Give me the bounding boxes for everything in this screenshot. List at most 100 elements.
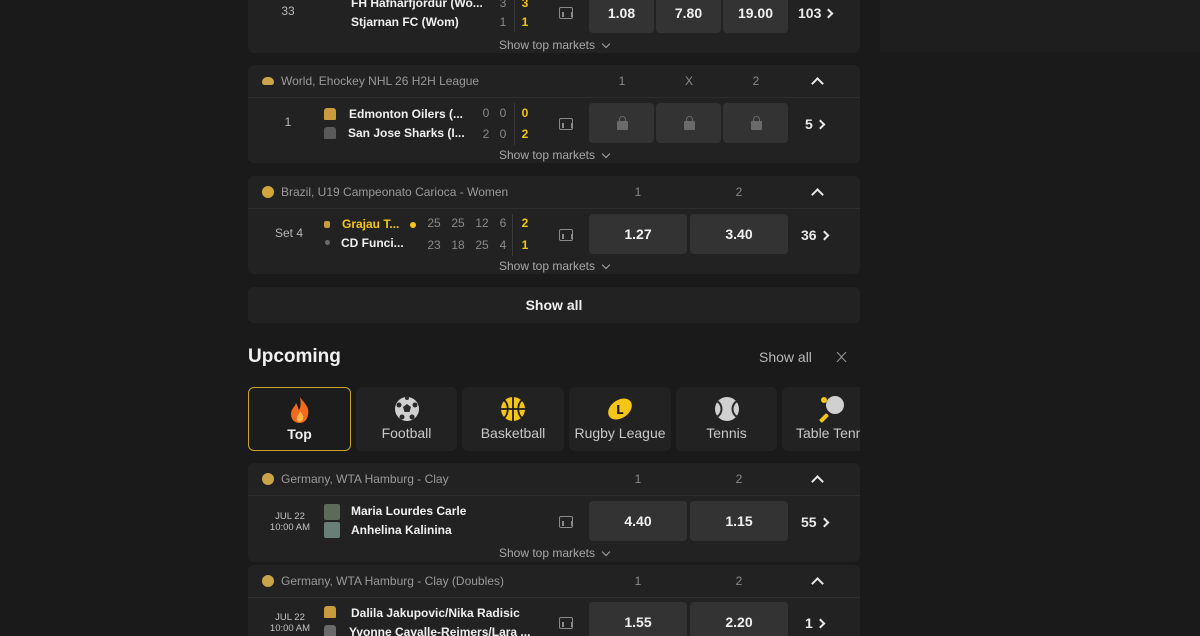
sport-tab-tennis[interactable]: Tennis bbox=[676, 387, 777, 451]
team2-name[interactable]: Stjarnan FC (Wom) bbox=[351, 15, 459, 29]
odd-button-2[interactable]: 19.00 bbox=[723, 0, 788, 33]
show-all-live-button[interactable]: Show all bbox=[248, 287, 860, 323]
league-header[interactable]: Germany, WTA Hamburg - Clay 1 2 bbox=[248, 463, 860, 496]
more-markets[interactable]: 103 bbox=[798, 5, 834, 21]
chevron-down-icon bbox=[601, 39, 611, 49]
event-time: 10:00 AM bbox=[269, 623, 311, 634]
period: Set 4 bbox=[274, 226, 304, 240]
league-header[interactable]: World, Ehockey NHL 26 H2H League 1 X 2 bbox=[248, 65, 860, 98]
stats-icon[interactable] bbox=[559, 7, 573, 19]
sport-tab-label: Top bbox=[287, 426, 312, 442]
league-header[interactable]: Germany, WTA Hamburg - Clay (Doubles) 1 … bbox=[248, 565, 860, 598]
chevron-right-icon bbox=[815, 618, 826, 629]
section-title-upcoming: Upcoming bbox=[248, 346, 341, 367]
league-name: Germany, WTA Hamburg - Clay (Doubles) bbox=[281, 574, 504, 588]
chevron-right-icon bbox=[823, 8, 834, 19]
sport-tab-table-tennis[interactable]: Table Tennis bbox=[782, 387, 860, 451]
sport-tab-label: Football bbox=[381, 425, 432, 441]
odd-button-1[interactable]: 4.40 bbox=[589, 501, 687, 541]
jersey-icon bbox=[324, 127, 336, 139]
hockey-icon bbox=[262, 77, 274, 85]
team2-name[interactable]: CD Funci... bbox=[341, 236, 404, 250]
team2-name[interactable]: Yvonne Cavalle-Reimers/Lara ... bbox=[349, 625, 530, 636]
event-card-top: 3 3 FH Hafnarfjordur (Wo... Stjarnan FC (… bbox=[248, 0, 860, 53]
score-cell: 0 bbox=[499, 127, 507, 141]
team1-name-serving[interactable]: Grajau T... bbox=[342, 217, 399, 231]
column-label-2: 2 bbox=[735, 185, 743, 199]
team-logo bbox=[324, 221, 330, 228]
odd-button-1[interactable]: 1.55 bbox=[589, 602, 687, 636]
sport-tab-rugby-league[interactable]: L Rugby League bbox=[569, 387, 671, 451]
collapse-icon[interactable] bbox=[808, 71, 828, 91]
score-cell: 23 bbox=[427, 238, 441, 252]
league-name: World, Ehockey NHL 26 H2H League bbox=[281, 74, 480, 88]
lock-icon bbox=[616, 116, 628, 130]
show-top-markets[interactable]: Show top markets bbox=[248, 148, 860, 162]
show-top-markets[interactable]: Show top markets bbox=[248, 546, 860, 560]
event-date: JUL 22 bbox=[275, 511, 305, 522]
stats-icon[interactable] bbox=[559, 516, 573, 528]
score-cell: 25 bbox=[427, 216, 441, 230]
odd-button-2[interactable]: 3.40 bbox=[690, 214, 788, 254]
team1-name[interactable]: Maria Lourdes Carle bbox=[351, 504, 466, 518]
collapse-icon[interactable] bbox=[808, 469, 828, 489]
basketball-icon bbox=[501, 397, 525, 421]
sport-tab-top[interactable]: Top bbox=[248, 387, 351, 451]
odd-button-x[interactable]: 7.80 bbox=[656, 0, 721, 33]
team2-name[interactable]: San Jose Sharks (I... bbox=[348, 126, 465, 140]
sport-tab-football[interactable]: Football bbox=[356, 387, 457, 451]
stats-icon[interactable] bbox=[559, 229, 573, 241]
markets-count: 103 bbox=[798, 5, 822, 21]
stats-icon[interactable] bbox=[559, 617, 573, 629]
league-card-ehockey: World, Ehockey NHL 26 H2H League 1 X 2 1… bbox=[248, 65, 860, 163]
collapse-icon[interactable] bbox=[808, 182, 828, 202]
serve-indicator bbox=[410, 222, 416, 228]
show-top-markets[interactable]: Show top markets bbox=[248, 38, 860, 52]
team1-name[interactable]: Edmonton Oilers (... bbox=[349, 107, 463, 121]
odd-button-2[interactable]: 1.15 bbox=[690, 501, 788, 541]
sport-tab-basketball[interactable]: Basketball bbox=[462, 387, 564, 451]
collapse-section-icon[interactable] bbox=[835, 347, 849, 368]
more-markets[interactable]: 5 bbox=[805, 116, 826, 132]
jersey-icon bbox=[324, 606, 336, 618]
score-separator bbox=[512, 214, 513, 256]
odd-button-1[interactable]: 1.27 bbox=[589, 214, 687, 254]
total-score: 1 bbox=[521, 238, 529, 252]
lock-icon bbox=[683, 116, 695, 130]
show-all-upcoming-link[interactable]: Show all bbox=[759, 349, 812, 365]
league-header[interactable]: Brazil, U19 Campeonato Carioca - Women 1… bbox=[248, 176, 860, 209]
total-score: 3 bbox=[521, 0, 529, 10]
more-markets[interactable]: 1 bbox=[805, 615, 826, 631]
team1-name[interactable]: FH Hafnarfjordur (Wo... bbox=[351, 0, 483, 10]
column-label-1: 1 bbox=[634, 472, 642, 486]
score-separator bbox=[514, 0, 515, 32]
total-score: 1 bbox=[521, 15, 529, 29]
team2-name[interactable]: Anhelina Kalinina bbox=[351, 523, 452, 537]
score-cell: 4 bbox=[499, 238, 507, 252]
more-markets[interactable]: 36 bbox=[801, 227, 830, 243]
total-score: 2 bbox=[521, 216, 529, 230]
column-label-1: 1 bbox=[618, 74, 626, 88]
column-label-1: 1 bbox=[634, 185, 642, 199]
score-cell: 3 bbox=[499, 0, 507, 10]
chevron-down-icon bbox=[601, 547, 611, 557]
collapse-icon[interactable] bbox=[808, 571, 828, 591]
tennis-ball-icon bbox=[262, 473, 274, 485]
stats-icon[interactable] bbox=[559, 118, 573, 130]
show-top-markets[interactable]: Show top markets bbox=[248, 259, 860, 273]
score-cell: 12 bbox=[475, 216, 489, 230]
league-card-brazil-volleyball: Brazil, U19 Campeonato Carioca - Women 1… bbox=[248, 176, 860, 274]
more-markets[interactable]: 55 bbox=[801, 514, 830, 530]
tennis-ball-icon bbox=[262, 575, 274, 587]
markets-count: 55 bbox=[801, 514, 817, 530]
jersey-icon bbox=[324, 108, 336, 120]
jersey-icon bbox=[324, 625, 336, 636]
markets-count: 36 bbox=[801, 227, 817, 243]
league-card-wta-hamburg: Germany, WTA Hamburg - Clay 1 2 JUL 22 1… bbox=[248, 463, 860, 562]
show-top-markets-label: Show top markets bbox=[498, 38, 596, 52]
odd-button-2[interactable]: 2.20 bbox=[690, 602, 788, 636]
column-label-2: 2 bbox=[735, 574, 743, 588]
odd-button-x-locked bbox=[656, 103, 721, 143]
team1-name[interactable]: Dalila Jakupovic/Nika Radisic bbox=[351, 606, 520, 620]
odd-button-1[interactable]: 1.08 bbox=[589, 0, 654, 33]
